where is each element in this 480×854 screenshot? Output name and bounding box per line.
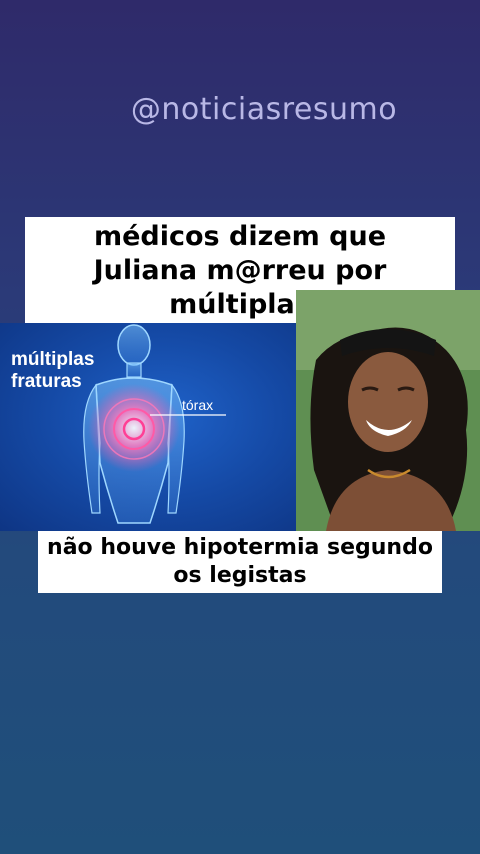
diagram-title: múltiplas fraturas xyxy=(11,349,94,393)
face xyxy=(348,352,428,452)
anatomy-diagram: múltiplas fraturas tórax xyxy=(0,323,296,531)
diagram-title-line: múltiplas xyxy=(11,349,95,370)
portrait-photo xyxy=(296,290,480,531)
watermark-handle: @noticiasresumo xyxy=(130,92,398,127)
diagram-title-line: fraturas xyxy=(11,371,82,392)
caption-line: os legistas xyxy=(173,563,307,588)
bottom-caption: não houve hipotermia segundo os legistas xyxy=(38,531,442,593)
image-collage: múltiplas fraturas tórax xyxy=(0,290,480,531)
portrait-illustration xyxy=(296,290,480,531)
headline-line: médicos dizem que xyxy=(93,221,387,252)
organ-label: tórax xyxy=(182,397,214,413)
caption-line: não houve hipotermia segundo xyxy=(47,535,433,560)
